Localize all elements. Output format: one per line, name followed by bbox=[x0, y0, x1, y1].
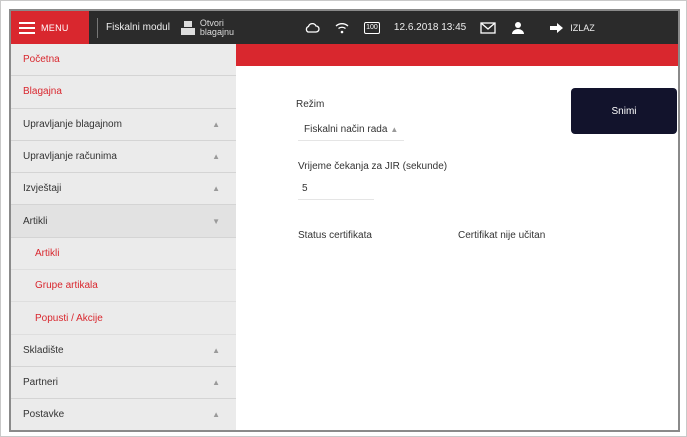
sidebar-subitem-article-groups[interactable]: Grupe artikala bbox=[11, 270, 236, 303]
sidebar-item-label: Artikli bbox=[23, 215, 48, 227]
top-bar: MENU Fiskalni modul Otvori blagajnu 100 … bbox=[11, 11, 678, 44]
battery-icon: 100 bbox=[363, 21, 380, 34]
sidebar-item-warehouse[interactable]: Skladište ▲ bbox=[11, 335, 236, 367]
app-screen: MENU Fiskalni modul Otvori blagajnu 100 … bbox=[9, 9, 680, 432]
sidebar-item-label: Grupe artikala bbox=[35, 280, 98, 292]
chevron-up-icon: ▲ bbox=[212, 410, 220, 420]
sidebar-item-label: Partneri bbox=[23, 377, 59, 389]
module-name: Fiskalni modul bbox=[106, 22, 170, 33]
wifi-icon bbox=[334, 20, 350, 36]
certificate-status-value: Certifikat nije učitan bbox=[458, 230, 546, 241]
mail-icon[interactable] bbox=[480, 20, 496, 36]
menu-button[interactable]: MENU bbox=[11, 11, 89, 44]
main-content: Režim Fiskalni način rada ▲ Vrijeme čeka… bbox=[236, 66, 678, 430]
chevron-up-icon: ▲ bbox=[212, 345, 220, 355]
sidebar-item-label: Skladište bbox=[23, 344, 64, 356]
separator bbox=[97, 17, 98, 38]
cloud-icon bbox=[304, 20, 320, 36]
sidebar-item-label: Postavke bbox=[23, 409, 65, 421]
user-icon[interactable] bbox=[510, 20, 526, 36]
sidebar-subitem-discounts[interactable]: Popusti / Akcije bbox=[11, 302, 236, 335]
cash-register-icon[interactable] bbox=[180, 20, 196, 35]
jir-wait-input[interactable] bbox=[298, 178, 374, 200]
sidebar-subitem-articles[interactable]: Artikli bbox=[11, 238, 236, 271]
sidebar-item-label: Artikli bbox=[35, 247, 60, 259]
mode-value: Fiskalni način rada bbox=[304, 124, 388, 135]
header-strip bbox=[236, 44, 678, 66]
sidebar-item-register-management[interactable]: Upravljanje blagajnom ▲ bbox=[11, 109, 236, 141]
jir-wait-label: Vrijeme čekanja za JIR (sekunde) bbox=[298, 161, 448, 172]
sidebar-item-partners[interactable]: Partneri ▲ bbox=[11, 367, 236, 400]
chevron-up-icon: ▲ bbox=[212, 378, 220, 388]
chevron-up-icon: ▲ bbox=[390, 125, 399, 134]
sidebar-item-reports[interactable]: Izvještaji ▲ bbox=[11, 173, 236, 206]
device-frame: MENU Fiskalni modul Otvori blagajnu 100 … bbox=[0, 0, 687, 437]
sidebar-item-receipt-management[interactable]: Upravljanje računima ▲ bbox=[11, 141, 236, 174]
sidebar: Početna Blagajna Upravljanje blagajnom ▲… bbox=[11, 44, 236, 430]
sidebar-item-label: Upravljanje računima bbox=[23, 151, 117, 163]
menu-label: MENU bbox=[41, 22, 69, 33]
open-register-line2: blagajnu bbox=[199, 26, 234, 37]
chevron-up-icon: ▲ bbox=[212, 152, 220, 162]
sidebar-item-articles[interactable]: Artikli ▼ bbox=[11, 205, 236, 238]
hamburger-icon bbox=[19, 21, 35, 34]
sidebar-item-label: Upravljanje blagajnom bbox=[23, 118, 122, 130]
certificate-status-label: Status certifikata bbox=[298, 230, 372, 241]
chevron-up-icon: ▲ bbox=[212, 184, 220, 194]
sidebar-item-home[interactable]: Početna bbox=[11, 44, 236, 77]
exit-label: IZLAZ bbox=[570, 22, 595, 33]
sidebar-item-label: Blagajna bbox=[23, 86, 62, 98]
sidebar-item-settings[interactable]: Postavke ▲ bbox=[11, 399, 236, 430]
chevron-up-icon: ▲ bbox=[212, 119, 220, 129]
sidebar-item-label: Izvještaji bbox=[23, 183, 62, 195]
chevron-down-icon: ▼ bbox=[212, 216, 220, 226]
mode-label: Režim bbox=[296, 99, 325, 110]
open-register-button[interactable]: Otvori blagajnu bbox=[199, 18, 260, 37]
sidebar-item-label: Početna bbox=[23, 54, 60, 66]
mode-select[interactable]: Fiskalni način rada ▲ bbox=[298, 119, 405, 141]
arrow-right-icon bbox=[550, 22, 564, 33]
exit-button[interactable]: IZLAZ bbox=[550, 22, 595, 33]
datetime: 12.6.2018 13:45 bbox=[393, 22, 467, 33]
sidebar-item-label: Popusti / Akcije bbox=[35, 312, 103, 324]
sidebar-item-cash-register[interactable]: Blagajna bbox=[11, 76, 236, 109]
save-button[interactable]: Snimi bbox=[571, 88, 677, 134]
